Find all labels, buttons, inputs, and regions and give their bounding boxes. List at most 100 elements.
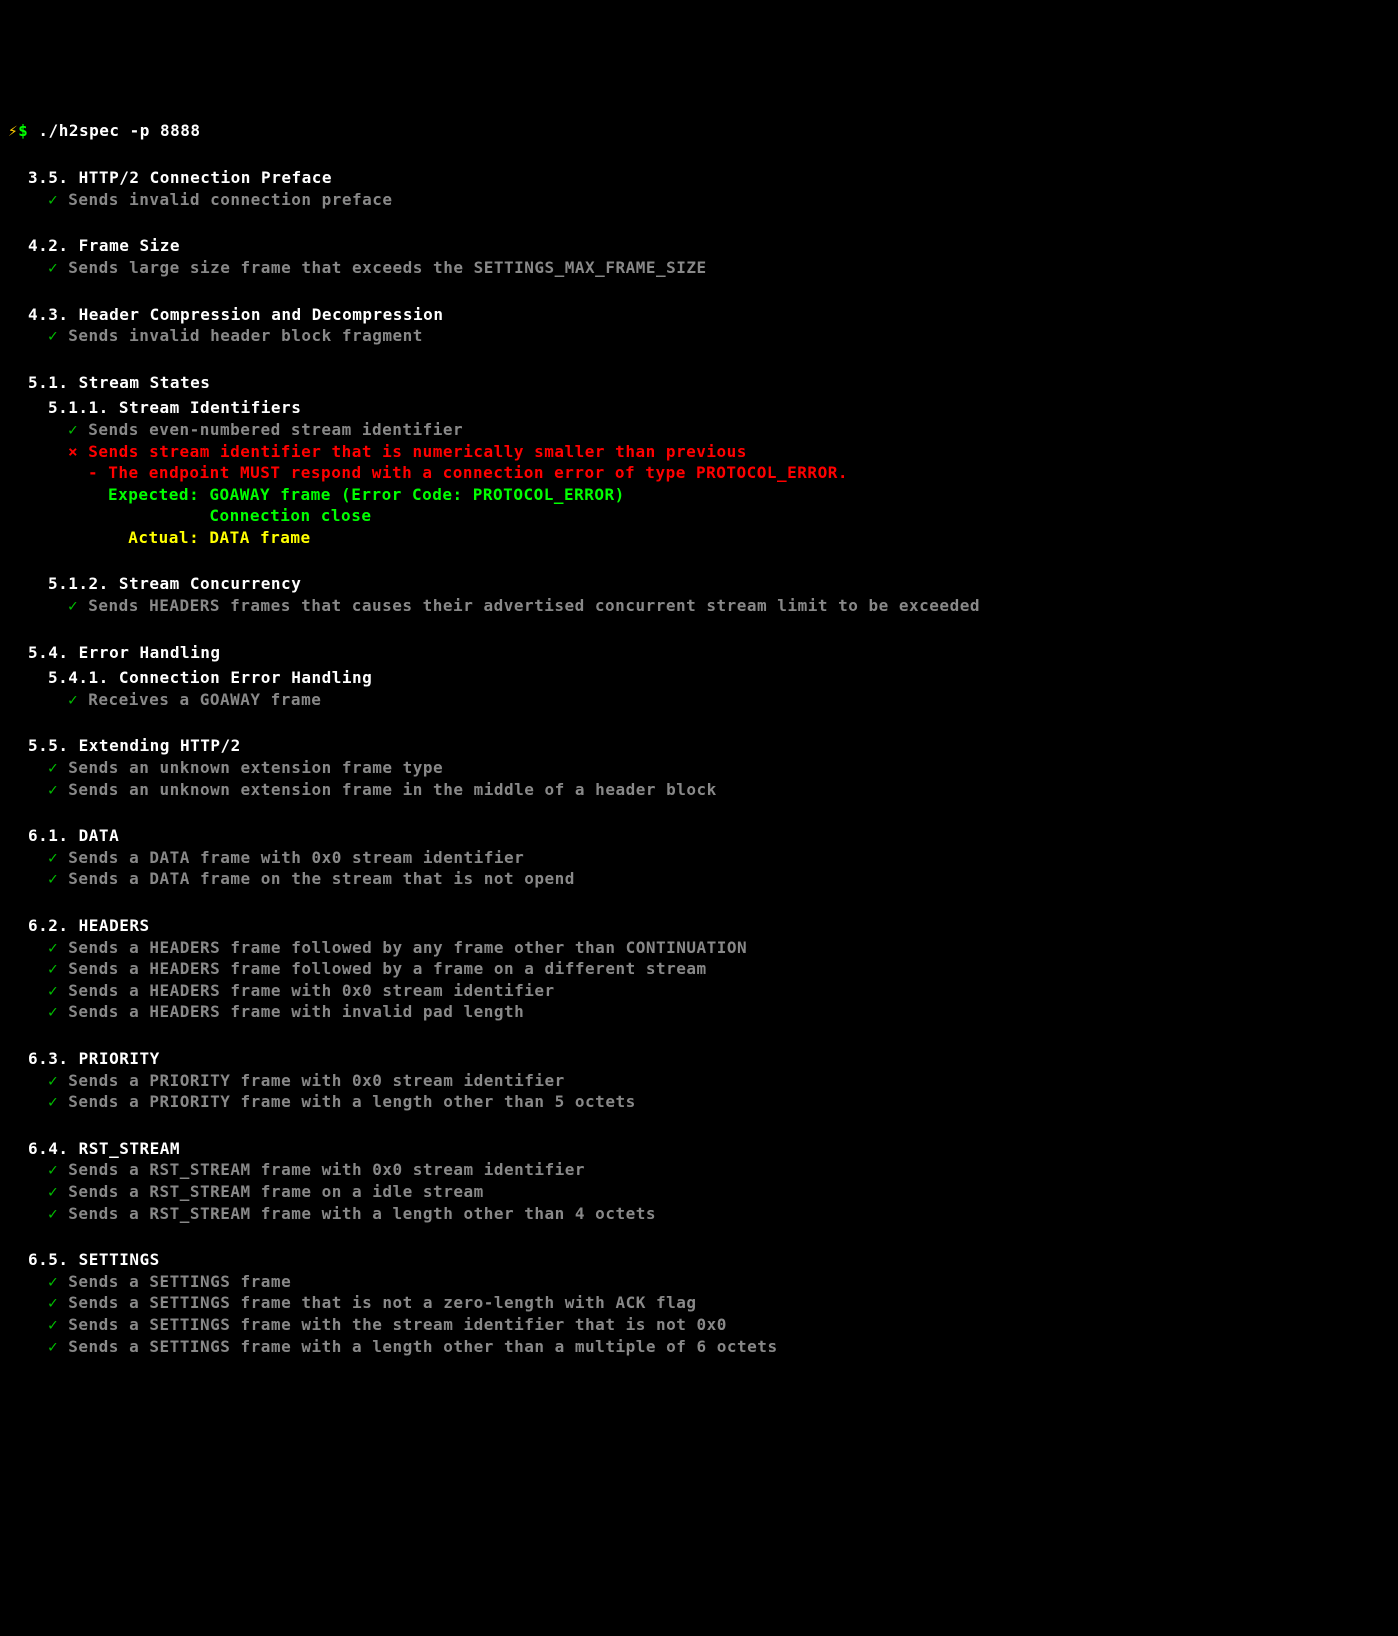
prompt-dollar: $ [18,121,28,140]
actual-line: Actual: DATA frame [8,527,1390,549]
check-icon: ✓ [48,258,58,277]
test-text: Sends a RST_STREAM frame with a length o… [58,1204,656,1223]
check-icon: ✓ [48,938,58,957]
blank-line [8,347,1390,368]
test-pass: ✓ Sends HEADERS frames that causes their… [8,595,1390,617]
check-icon: ✓ [48,1071,58,1090]
check-icon: ✓ [68,420,78,439]
check-icon: ✓ [48,848,58,867]
section-title: 5.5. Extending HTTP/2 [8,735,1390,757]
test-text: Sends a HEADERS frame with 0x0 stream id… [58,981,555,1000]
section-title: 6.4. RST_STREAM [8,1138,1390,1160]
check-icon: ✓ [48,869,58,888]
test-text: Receives a GOAWAY frame [78,690,321,709]
test-text: Sends a HEADERS frame followed by a fram… [58,959,707,978]
blank-line [8,710,1390,731]
test-text: Sends invalid header block fragment [58,326,423,345]
section-title: 5.1. Stream States [8,372,1390,394]
test-text: Sends stream identifier that is numerica… [78,442,747,461]
section-title: 6.2. HEADERS [8,915,1390,937]
test-pass: ✓ Sends invalid connection preface [8,189,1390,211]
test-text: Sends a SETTINGS frame with the stream i… [58,1315,727,1334]
check-icon: ✓ [48,190,58,209]
test-pass: ✓ Sends a HEADERS frame with invalid pad… [8,1001,1390,1023]
test-text: Sends a SETTINGS frame [58,1272,291,1291]
indent-pad [108,506,209,525]
check-icon: ✓ [48,1160,58,1179]
test-sections: 3.5. HTTP/2 Connection Preface✓ Sends in… [8,167,1390,1357]
check-icon: ✓ [48,758,58,777]
test-pass: ✓ Sends a SETTINGS frame that is not a z… [8,1292,1390,1314]
test-pass: ✓ Sends a HEADERS frame followed by a fr… [8,958,1390,980]
test-text: Sends large size frame that exceeds the … [58,258,707,277]
test-text: Sends an unknown extension frame in the … [58,780,717,799]
test-pass: ✓ Sends a DATA frame with 0x0 stream ide… [8,847,1390,869]
test-text: Sends a HEADERS frame followed by any fr… [58,938,747,957]
section-title: 5.1.1. Stream Identifiers [8,397,1390,419]
check-icon: ✓ [68,690,78,709]
check-icon: ✓ [48,959,58,978]
blank-line [8,210,1390,231]
test-pass: ✓ Sends even-numbered stream identifier [8,419,1390,441]
check-icon: ✓ [48,1204,58,1223]
test-pass: ✓ Sends a HEADERS frame with 0x0 stream … [8,980,1390,1002]
check-icon: ✓ [48,1272,58,1291]
blank-line [8,890,1390,911]
blank-line [8,1023,1390,1044]
blank-line [8,1113,1390,1134]
lightning-icon: ⚡ [8,121,18,140]
blank-line [8,1224,1390,1245]
test-pass: ✓ Sends an unknown extension frame in th… [8,779,1390,801]
section-title: 4.3. Header Compression and Decompressio… [8,304,1390,326]
expected-value: GOAWAY frame (Error Code: PROTOCOL_ERROR… [209,485,624,504]
indent-pad [108,528,128,547]
fail-detail: - The endpoint MUST respond with a conne… [8,462,1390,484]
test-pass: ✓ Sends a SETTINGS frame [8,1271,1390,1293]
check-icon: ✓ [48,1337,58,1356]
check-icon: ✓ [48,1002,58,1021]
check-icon: ✓ [48,981,58,1000]
expected-value: Connection close [209,506,371,525]
blank-line [8,279,1390,300]
test-pass: ✓ Sends invalid header block fragment [8,325,1390,347]
section-title: 5.4. Error Handling [8,642,1390,664]
test-pass: ✓ Sends large size frame that exceeds th… [8,257,1390,279]
test-text: Sends invalid connection preface [58,190,392,209]
test-text: Sends a PRIORITY frame with a length oth… [58,1092,636,1111]
expected-line: Expected: GOAWAY frame (Error Code: PROT… [8,484,1390,506]
blank-line [8,800,1390,821]
test-text: Sends even-numbered stream identifier [78,420,463,439]
prompt-line: ⚡$ ./h2spec -p 8888 [8,120,1390,142]
test-text: Sends a RST_STREAM frame with 0x0 stream… [58,1160,585,1179]
test-text: Sends an unknown extension frame type [58,758,443,777]
cross-icon: × [68,442,78,461]
test-pass: ✓ Sends a SETTINGS frame with a length o… [8,1336,1390,1358]
check-icon: ✓ [48,780,58,799]
section-title: 5.1.2. Stream Concurrency [8,573,1390,595]
test-text: Sends a DATA frame on the stream that is… [58,869,575,888]
test-text: Sends a SETTINGS frame that is not a zer… [58,1293,696,1312]
section-title: 4.2. Frame Size [8,235,1390,257]
expected-label: Expected: [108,485,209,504]
test-pass: ✓ Sends a RST_STREAM frame with 0x0 stre… [8,1159,1390,1181]
blank-line [8,548,1390,569]
test-text: Sends a RST_STREAM frame on a idle strea… [58,1182,484,1201]
terminal-output: ⚡$ ./h2spec -p 8888 3.5. HTTP/2 Connecti… [8,98,1390,1378]
section-title: 5.4.1. Connection Error Handling [8,667,1390,689]
test-pass: ✓ Sends a SETTINGS frame with the stream… [8,1314,1390,1336]
test-pass: ✓ Sends a DATA frame on the stream that … [8,868,1390,890]
test-text: Sends a HEADERS frame with invalid pad l… [58,1002,524,1021]
test-text: Sends a PRIORITY frame with 0x0 stream i… [58,1071,565,1090]
actual-value: DATA frame [209,528,310,547]
check-icon: ✓ [48,1293,58,1312]
check-icon: ✓ [48,326,58,345]
blank-line [8,617,1390,638]
check-icon: ✓ [48,1092,58,1111]
test-text: Sends a DATA frame with 0x0 stream ident… [58,848,524,867]
test-pass: ✓ Receives a GOAWAY frame [8,689,1390,711]
test-pass: ✓ Sends a HEADERS frame followed by any … [8,937,1390,959]
test-text: Sends HEADERS frames that causes their a… [78,596,980,615]
test-pass: ✓ Sends a PRIORITY frame with 0x0 stream… [8,1070,1390,1092]
test-fail: × Sends stream identifier that is numeri… [8,441,1390,463]
actual-label: Actual: [128,528,209,547]
